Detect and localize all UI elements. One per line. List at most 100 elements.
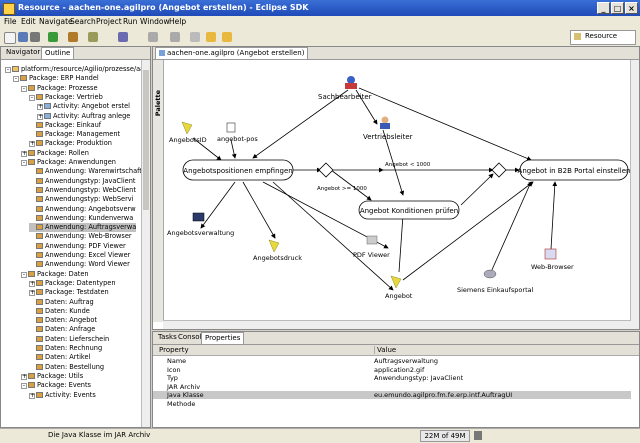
menu-edit[interactable]: Edit	[21, 17, 36, 26]
tree-item[interactable]: Daten: Rechnung	[29, 344, 102, 353]
tree-item[interactable]: Anwendungstyp: WebServi	[29, 195, 134, 204]
expand-toggle-icon[interactable]: +	[37, 113, 43, 120]
property-value[interactable]: eu.emundo.agilpro.fm.fe.erp.intf.Auftrag…	[374, 391, 512, 399]
menu-file[interactable]: File	[4, 17, 17, 26]
tab-editor-file[interactable]: aachen-one.agilpro (Angebot erstellen)	[155, 47, 309, 59]
tree-item[interactable]: Anwendung: Kundenverwa	[29, 214, 133, 223]
tree-item[interactable]: Daten: Bestellung	[29, 363, 104, 372]
tree-item-label: Daten: Auftrag	[45, 297, 94, 306]
tree-item[interactable]: Daten: Kunde	[29, 307, 90, 316]
property-value[interactable]: application2.gif	[374, 366, 424, 374]
property-value[interactable]: Anwendungstyp: JavaClient	[374, 374, 463, 382]
tree-item[interactable]: Anwendung: PDF Viewer	[29, 242, 126, 251]
tree-item[interactable]: Anwendungstyp: JavaClient	[29, 177, 136, 186]
outline-scrollbar[interactable]	[141, 60, 150, 427]
print-icon[interactable]	[30, 32, 40, 42]
expand-toggle-icon[interactable]: -	[21, 271, 27, 278]
expand-toggle-icon[interactable]: +	[29, 290, 35, 297]
expand-toggle-icon[interactable]: -	[29, 94, 35, 101]
editor-vscrollbar[interactable]	[630, 60, 639, 329]
new-icon[interactable]	[4, 32, 16, 44]
minimize-button[interactable]: _	[597, 2, 610, 14]
condition-gte-label: Angebot >= 1000	[317, 186, 367, 192]
gateway-merge[interactable]	[491, 162, 507, 178]
expand-toggle-icon[interactable]: +	[21, 150, 27, 157]
tree-item[interactable]: + Activity: Angebot erstel	[37, 102, 130, 111]
expand-toggle-icon[interactable]: -	[21, 85, 27, 92]
save-icon[interactable]	[18, 32, 28, 42]
tree-item[interactable]: Anwendung: Word Viewer	[29, 260, 130, 269]
tree-item[interactable]: Anwendung: Angebotsverw	[29, 205, 136, 214]
tab-outline[interactable]: Outline	[41, 47, 75, 59]
outline-scroll-thumb[interactable]	[143, 70, 149, 210]
tree-item[interactable]: + Package: Datentypen	[29, 279, 116, 288]
tree-item[interactable]: - Package: Prozesse	[21, 84, 98, 93]
property-row[interactable]: Name Auftragsverwaltung	[153, 357, 631, 365]
expand-toggle-icon[interactable]: -	[13, 76, 19, 83]
close-button[interactable]: ×	[625, 2, 638, 14]
search-icon[interactable]	[68, 32, 78, 42]
back-icon[interactable]	[206, 32, 216, 42]
debug-icon[interactable]	[48, 32, 58, 42]
expand-toggle-icon[interactable]: +	[29, 141, 35, 148]
expand-toggle-icon[interactable]: -	[21, 383, 27, 390]
gateway-split[interactable]	[318, 162, 334, 178]
maximize-button[interactable]: □	[611, 2, 624, 14]
tree-item[interactable]: Anwendung: Auftragsverwa	[29, 223, 137, 233]
prev-annotation-icon[interactable]	[190, 32, 200, 42]
tree-item[interactable]: - platform:/resource/Agilio/prozesse/aach	[5, 65, 142, 74]
expand-toggle-icon[interactable]: +	[21, 373, 27, 380]
tree-item[interactable]: Daten: Artikel	[29, 353, 90, 362]
property-value[interactable]: Auftragsverwaltung	[374, 357, 438, 365]
tree-item[interactable]: - Package: ERP Handel	[13, 74, 99, 83]
property-row[interactable]: Java Klasse eu.emundo.agilpro.fm.fe.erp.i…	[153, 391, 631, 399]
tree-node-icon	[36, 233, 43, 240]
tree-item[interactable]: - Package: Events	[21, 381, 91, 390]
tree-item[interactable]: - Package: Anwendungen	[21, 158, 116, 167]
tree-item[interactable]: Daten: Anfrage	[29, 325, 95, 334]
menu-search[interactable]: Search	[70, 17, 96, 26]
expand-toggle-icon[interactable]: -	[21, 160, 27, 166]
tree-item[interactable]: Daten: Auftrag	[29, 298, 94, 307]
tree-item[interactable]: + Package: Testdaten	[29, 288, 109, 297]
tree-item[interactable]: Anwendung: Excel Viewer	[29, 251, 130, 260]
edit-icon[interactable]	[148, 32, 158, 42]
tree-item[interactable]: + Package: Rollen	[21, 149, 89, 158]
tree-item[interactable]: Anwendung: Web-Browser	[29, 232, 132, 241]
menu-project[interactable]: Project	[96, 17, 122, 26]
tree-item[interactable]: Package: Einkauf	[29, 121, 101, 130]
property-row[interactable]: JAR Archiv	[153, 383, 631, 391]
property-row[interactable]: Typ Anwendungstyp: JavaClient	[153, 374, 631, 382]
property-row[interactable]: Methode	[153, 400, 631, 408]
property-key: JAR Archiv	[167, 382, 201, 391]
tree-item[interactable]: Daten: Lieferschein	[29, 335, 109, 344]
menu-navigate[interactable]: Navigate	[39, 17, 73, 26]
expand-toggle-icon[interactable]: +	[29, 392, 35, 399]
garbage-collect-icon[interactable]	[474, 431, 482, 440]
perspective-button[interactable]: Resource	[570, 30, 636, 45]
expand-toggle-icon[interactable]: +	[37, 104, 43, 111]
menu-help[interactable]: Help	[169, 17, 186, 26]
editor-hscrollbar[interactable]	[163, 320, 631, 329]
tree-item[interactable]: + Package: Produktion	[29, 139, 112, 148]
expand-toggle-icon[interactable]: -	[5, 67, 11, 73]
tab-properties[interactable]: Properties	[201, 332, 245, 344]
tab-navigator[interactable]: Navigator	[3, 47, 43, 58]
tree-item[interactable]: + Activity: Auftrag anlege	[37, 112, 130, 121]
expand-toggle-icon[interactable]: +	[29, 280, 35, 287]
annotation-icon[interactable]	[88, 32, 98, 42]
tree-item[interactable]: Anwendung: Warenwirtschafts	[29, 167, 142, 176]
tree-item[interactable]: + Package: Utils	[21, 372, 83, 381]
tree-item[interactable]: Package: Management	[29, 130, 120, 139]
menu-run[interactable]: Run	[123, 17, 137, 26]
property-row[interactable]: Icon application2.gif	[153, 366, 631, 374]
tree-item[interactable]: Daten: Angebot	[29, 316, 97, 325]
next-annotation-icon[interactable]	[170, 32, 180, 42]
forward-icon[interactable]	[222, 32, 232, 42]
tree-item[interactable]: - Package: Daten	[21, 270, 89, 279]
tree-item[interactable]: - Package: Vertrieb	[29, 93, 103, 102]
tree-item[interactable]: Anwendungstyp: WebClient	[29, 186, 136, 195]
menu-window[interactable]: Window	[140, 17, 170, 26]
tree-item[interactable]: + Activity: Events	[29, 391, 96, 400]
link-icon[interactable]	[118, 32, 128, 42]
